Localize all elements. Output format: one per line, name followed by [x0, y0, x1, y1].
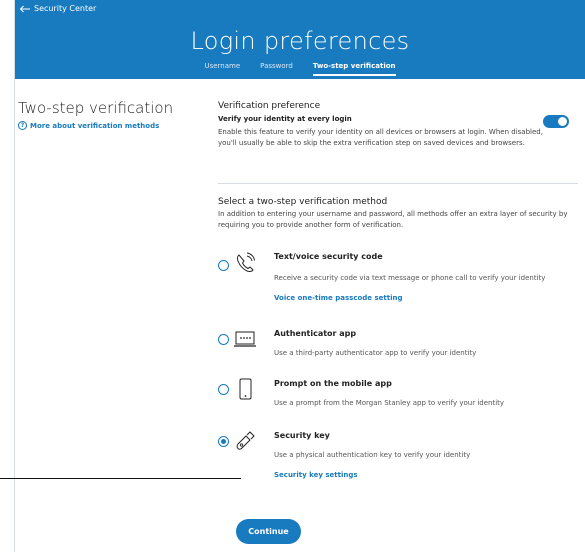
radio-security-key[interactable] — [218, 436, 229, 447]
option-title: Security key — [274, 431, 330, 440]
option-title: Authenticator app — [274, 329, 357, 338]
section-title: Two-step verification — [18, 99, 174, 117]
verify-every-login-toggle[interactable] — [543, 115, 569, 128]
option-description: Use a third-party authenticator app to v… — [274, 349, 477, 357]
tab-two-step-verification[interactable]: Two-step verification — [312, 62, 396, 76]
security-key-settings-link[interactable]: Security key settings — [274, 471, 358, 479]
page-header: Security Center Login preferences Userna… — [15, 0, 585, 79]
divider — [218, 183, 578, 184]
tab-bar: Username Password Two-step verification — [15, 62, 585, 76]
option-description: Receive a security code via text message… — [274, 274, 546, 282]
radio-mobile-prompt[interactable] — [218, 384, 229, 395]
option-title: Text/voice security code — [274, 252, 383, 261]
mobile-phone-icon — [239, 378, 252, 400]
back-link-label: Security Center — [34, 4, 97, 13]
option-description: Use a physical authentication key to ver… — [274, 451, 471, 459]
option-title: Prompt on the mobile app — [274, 379, 392, 388]
tab-username[interactable]: Username — [204, 62, 240, 76]
option-description: Use a prompt from the Morgan Stanley app… — [274, 399, 505, 407]
callout-line — [0, 478, 241, 479]
question-icon: ? — [18, 121, 27, 130]
more-about-methods-label: More about verification methods — [30, 121, 160, 130]
preference-description: Enable this feature to verify your ident… — [218, 128, 543, 147]
radio-authenticator[interactable] — [218, 334, 229, 345]
tab-password[interactable]: Password — [260, 62, 293, 76]
settings-card: Security Center Login preferences Userna… — [14, 0, 585, 552]
more-about-methods-link[interactable]: ? More about verification methods — [18, 121, 159, 130]
method-section-header: Select a two-step verification method In… — [218, 197, 578, 231]
back-link[interactable]: Security Center — [19, 4, 96, 13]
methods-heading: Select a two-step verification method — [218, 197, 388, 207]
voice-passcode-setting-link[interactable]: Voice one-time passcode setting — [274, 294, 402, 302]
verification-preference: Verification preference Verify your iden… — [218, 101, 578, 149]
usb-key-icon — [236, 431, 255, 450]
page-title: Login preferences — [190, 27, 410, 55]
arrow-left-icon — [19, 5, 30, 12]
methods-description: In addition to entering your username an… — [218, 210, 568, 229]
preference-heading: Verification preference — [218, 101, 321, 111]
radio-text-voice[interactable] — [218, 260, 229, 271]
laptop-icon — [234, 331, 256, 347]
continue-button[interactable]: Continue — [236, 519, 301, 544]
phone-call-icon — [236, 252, 255, 273]
preference-subheading: Verify your identity at every login — [218, 115, 352, 123]
